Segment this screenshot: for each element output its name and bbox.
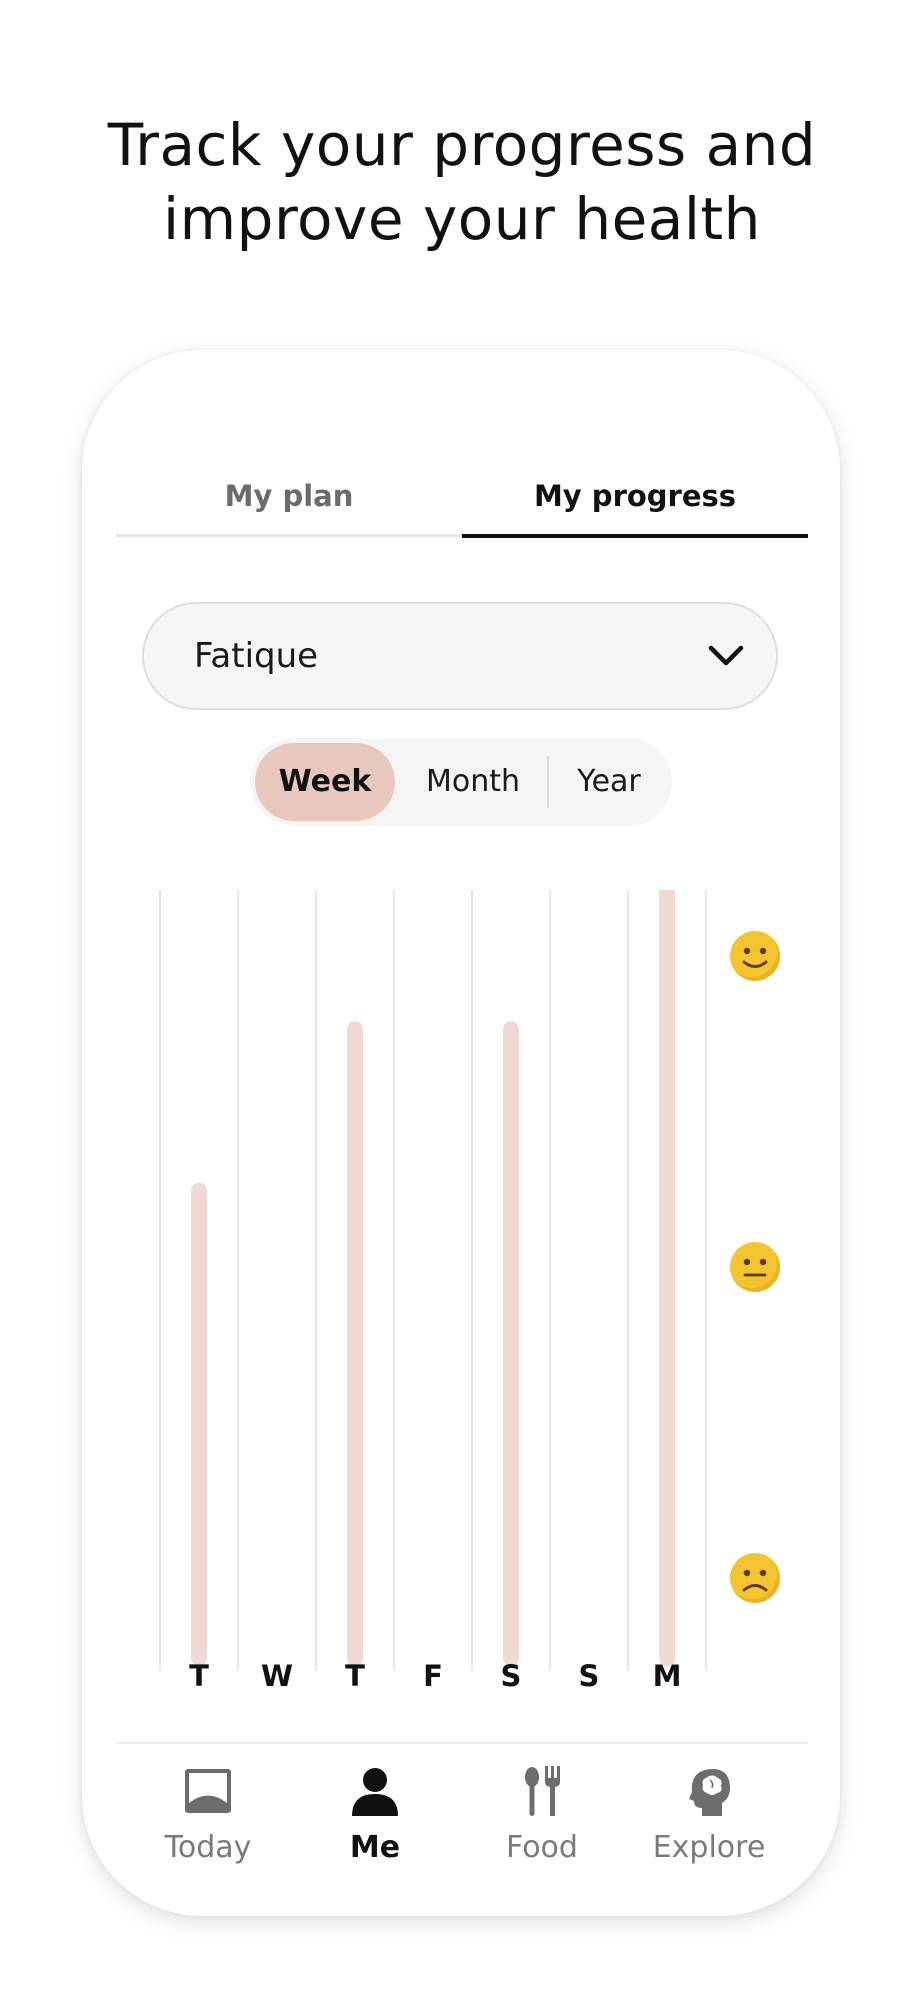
- head-brain-icon: [689, 1769, 730, 1816]
- chart-bar: [347, 1021, 363, 1666]
- bottom-nav-divider: [116, 1742, 808, 1744]
- range-divider: [547, 756, 549, 808]
- nav-me[interactable]: Me: [291, 1766, 459, 1886]
- nav-today-label: Today: [164, 1830, 252, 1865]
- chart-day-label: T: [189, 1659, 209, 1690]
- range-month-button[interactable]: Month: [408, 743, 538, 821]
- range-year-button[interactable]: Year: [550, 743, 668, 821]
- progress-chart: TWTFSSM: [82, 890, 840, 1690]
- tab-my-progress[interactable]: My progress: [462, 470, 808, 538]
- slightly-smiling-face-icon: [730, 931, 780, 981]
- nav-today[interactable]: Today: [124, 1766, 292, 1886]
- chart-day-label: S: [579, 1659, 600, 1690]
- progress-tabs: My plan My progress: [116, 470, 808, 538]
- person-icon: [352, 1768, 398, 1816]
- chart-day-label: M: [653, 1659, 682, 1690]
- chart-day-label: F: [423, 1659, 443, 1690]
- tab-my-plan[interactable]: My plan: [116, 470, 462, 537]
- symptom-dropdown[interactable]: Fatique: [142, 602, 778, 710]
- nav-food-label: Food: [506, 1830, 578, 1865]
- chevron-down-icon: [708, 645, 744, 666]
- neutral-face-icon: [730, 1242, 780, 1292]
- phone-frame: My plan My progress Fatique Week Month Y…: [82, 350, 840, 1916]
- chart-day-label: W: [261, 1659, 293, 1690]
- range-week-button[interactable]: Week: [255, 743, 395, 821]
- nav-explore-label: Explore: [652, 1830, 766, 1865]
- chart-day-label: S: [501, 1659, 522, 1690]
- chart-bar: [191, 1182, 207, 1666]
- time-range-toggle: Week Month Year: [250, 738, 672, 826]
- progress-chart-svg: TWTFSSM: [159, 890, 707, 1690]
- page-headline: Track your progress and improve your hea…: [0, 108, 924, 256]
- nav-explore[interactable]: Explore: [625, 1766, 793, 1886]
- today-icon: [185, 1769, 231, 1813]
- symptom-dropdown-value: Fatique: [194, 636, 319, 676]
- nav-food[interactable]: Food: [458, 1766, 626, 1886]
- fork-spoon-icon: [525, 1766, 560, 1816]
- chart-bar: [659, 890, 675, 1666]
- chart-day-label: T: [345, 1659, 365, 1690]
- headline-line-2: improve your health: [163, 185, 761, 253]
- headline-line-1: Track your progress and: [107, 111, 817, 179]
- slightly-frowning-face-icon: [730, 1553, 780, 1603]
- chart-bar: [503, 1021, 519, 1666]
- nav-me-label: Me: [349, 1830, 401, 1865]
